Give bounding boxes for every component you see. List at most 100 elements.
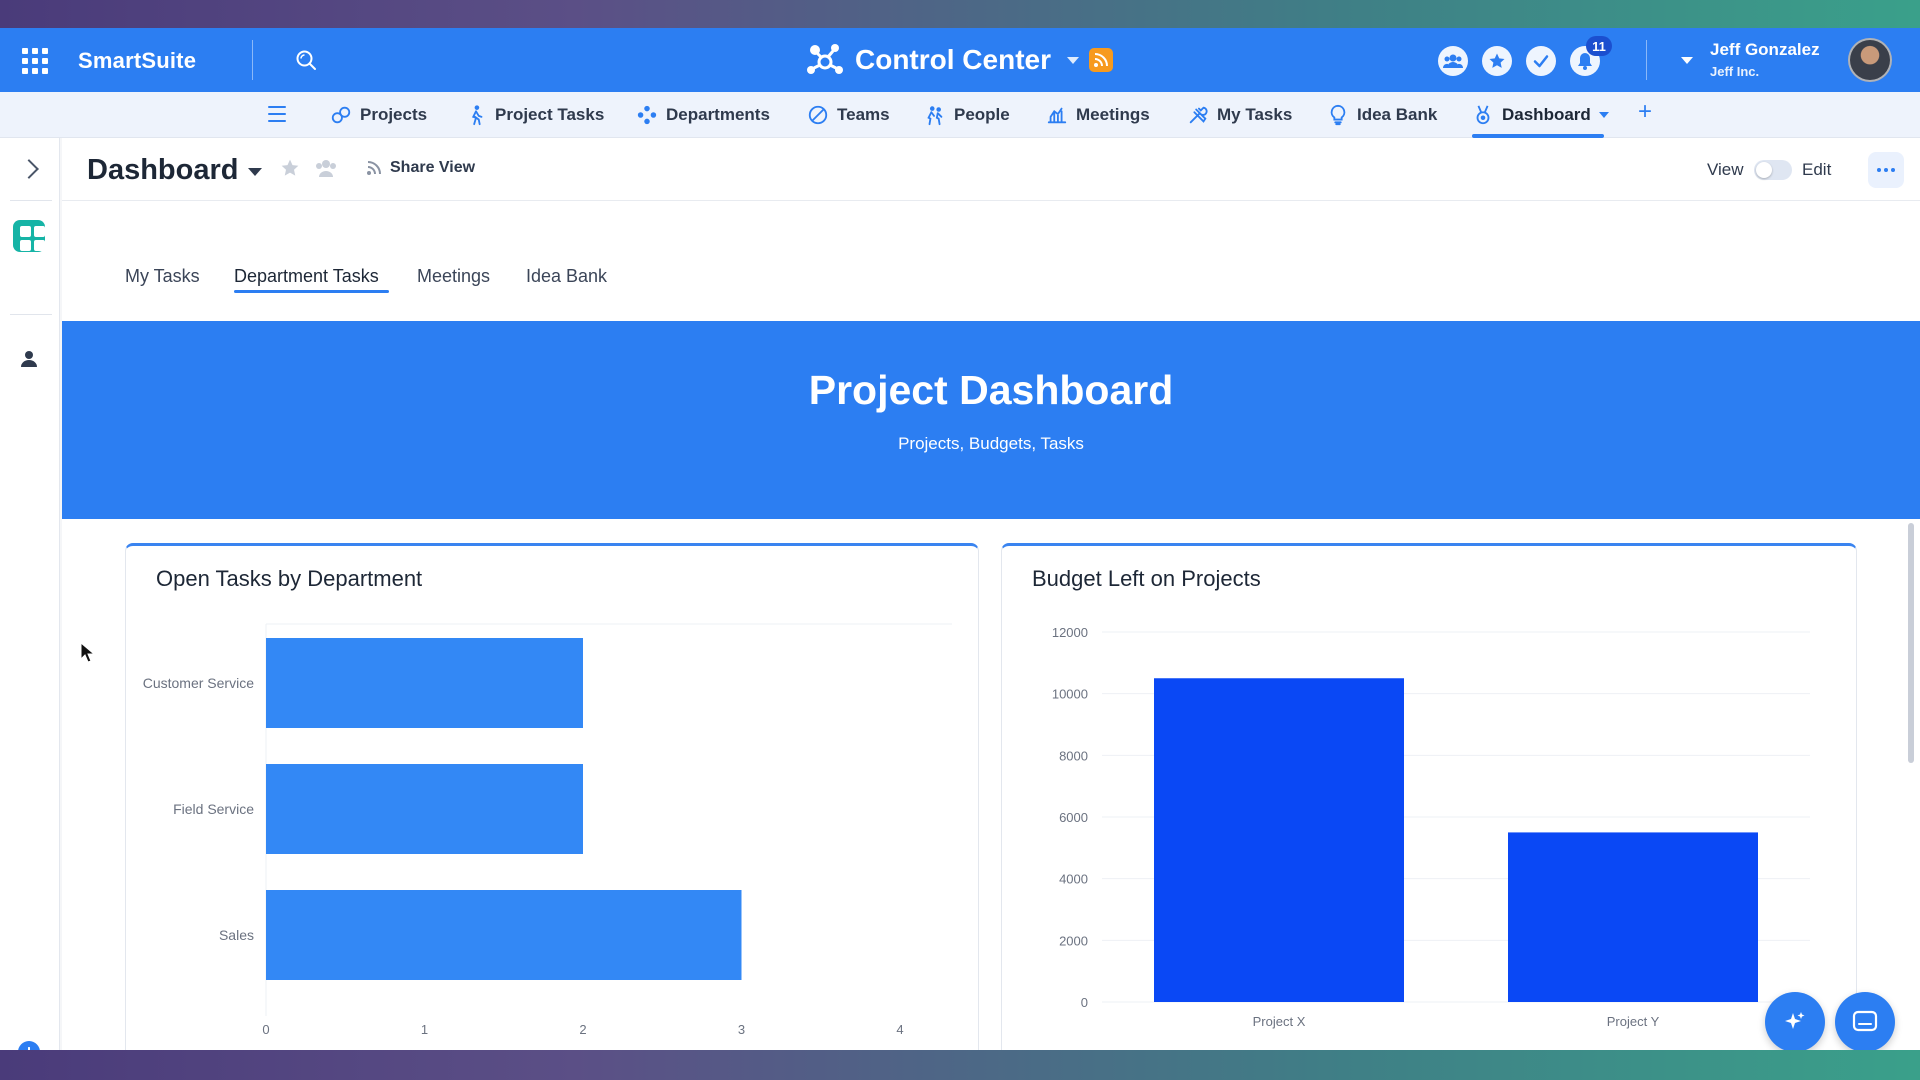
category-label: Project Y <box>1607 1014 1660 1029</box>
category-label: Project X <box>1253 1014 1306 1029</box>
bar <box>1508 832 1758 1002</box>
menu-icon[interactable] <box>268 106 286 122</box>
tab-idea-bank-section[interactable]: Idea Bank <box>526 266 607 287</box>
check-icon[interactable] <box>1526 46 1556 76</box>
favorite-star-icon[interactable] <box>280 158 300 178</box>
chevron-down-icon[interactable] <box>248 168 262 176</box>
sparkle-icon <box>1785 1012 1805 1029</box>
chevron-down-icon[interactable] <box>1067 56 1079 64</box>
apps-grid-icon[interactable] <box>22 48 48 74</box>
toolbar-divider <box>62 200 1920 201</box>
bar <box>266 764 583 854</box>
projects-icon <box>331 106 351 124</box>
tab-meetings-section[interactable]: Meetings <box>417 266 490 287</box>
more-options-icon[interactable] <box>1868 152 1904 188</box>
rail-divider <box>10 200 52 201</box>
bar <box>1154 678 1404 1002</box>
tab-dashboard[interactable]: Dashboard <box>1472 102 1609 128</box>
star-icon[interactable] <box>1482 46 1512 76</box>
app-tabs-bar: Projects Project Tasks Departments Teams… <box>0 92 1920 138</box>
user-org[interactable]: Jeff Inc. <box>1710 64 1759 79</box>
lightbulb-icon <box>1330 104 1346 126</box>
active-section-indicator <box>234 290 389 293</box>
user-menu-chevron-icon[interactable] <box>1681 57 1693 64</box>
tab-label: Departments <box>666 105 770 124</box>
people-icon <box>927 106 943 126</box>
search-icon[interactable] <box>294 48 318 72</box>
tick-label: 2 <box>579 1022 586 1037</box>
medal-icon <box>1476 105 1490 125</box>
team-icon[interactable] <box>1438 46 1468 76</box>
notification-badge: 11 <box>1586 36 1612 56</box>
tab-department-tasks-section[interactable]: Department Tasks <box>234 266 379 287</box>
tab-project-tasks[interactable]: Project Tasks <box>465 102 604 128</box>
tick-label: 6000 <box>1059 810 1088 825</box>
tools-icon <box>1189 106 1208 124</box>
tab-label: Dashboard <box>1502 105 1591 124</box>
brand-name[interactable]: SmartSuite <box>78 48 196 74</box>
tab-projects[interactable]: Projects <box>330 102 427 128</box>
chevron-down-icon[interactable] <box>1598 112 1609 118</box>
tab-teams[interactable]: Teams <box>807 102 890 128</box>
tab-idea-bank[interactable]: Idea Bank <box>1327 102 1437 128</box>
tick-label: 4000 <box>1059 872 1088 887</box>
open-tasks-chart: Customer ServiceField ServiceSales0 1 2 3 4T… <box>143 623 952 1037</box>
rss-icon <box>367 161 381 175</box>
members-icon[interactable] <box>315 158 337 178</box>
tab-label: Project Tasks <box>495 105 605 124</box>
expand-sidebar-icon[interactable] <box>19 159 39 179</box>
chart-card-open-tasks[interactable]: Open Tasks by Department Customer Servic… <box>125 543 979 1050</box>
banner-subtitle: Projects, Budgets, Tasks <box>898 434 1084 453</box>
teams-icon <box>808 105 828 125</box>
add-icon[interactable]: + <box>18 1041 40 1050</box>
page-title[interactable]: Dashboard <box>87 154 238 187</box>
tab-departments[interactable]: Departments <box>636 102 770 128</box>
tab-label: My Tasks <box>1217 105 1293 124</box>
tab-people[interactable]: People <box>924 102 1010 128</box>
tab-meetings[interactable]: Meetings <box>1046 102 1150 128</box>
person-icon[interactable] <box>20 350 38 368</box>
banner-title: Project Dashboard <box>808 367 1174 413</box>
chat-button[interactable] <box>1835 992 1895 1050</box>
org-icon <box>637 105 657 125</box>
header-divider <box>252 40 253 80</box>
user-name[interactable]: Jeff Gonzalez <box>1710 40 1820 60</box>
left-rail: + <box>0 138 60 1050</box>
edit-mode-toggle[interactable] <box>1754 160 1792 180</box>
workspace-switcher[interactable]: Control Center <box>805 42 1113 78</box>
meetings-icon <box>1047 107 1067 124</box>
rss-icon[interactable] <box>1089 48 1113 72</box>
workspace-title[interactable]: Control Center <box>855 44 1051 76</box>
share-view-label: Share View <box>390 159 476 176</box>
share-view-button[interactable]: Share View <box>366 159 475 177</box>
tick-label: 1 <box>421 1022 428 1037</box>
scrollbar[interactable] <box>1908 523 1914 763</box>
edit-mode-label[interactable]: Edit <box>1802 160 1831 180</box>
bar <box>266 638 583 728</box>
chat-icon <box>1852 1010 1878 1032</box>
dashboard-banner: Project Dashboard Projects, Budgets, Tas… <box>62 321 1920 519</box>
dashboard-app-icon[interactable] <box>13 220 45 252</box>
category-label: Field Service <box>173 801 254 817</box>
workspace-hub-icon <box>807 44 843 74</box>
tab-label: People <box>954 105 1010 124</box>
tab-label: Projects <box>360 105 428 124</box>
tick-label: 2000 <box>1059 933 1088 948</box>
ai-assistant-button[interactable] <box>1765 992 1825 1050</box>
chart-card-budget-left[interactable]: Budget Left on Projects 0 2000 4000 6000 800… <box>1001 543 1857 1050</box>
category-label: Sales <box>219 927 254 943</box>
add-tab-button[interactable]: + <box>1638 98 1652 126</box>
mouse-cursor-icon <box>80 642 96 663</box>
tab-label: Teams <box>837 105 890 124</box>
tick-label: 4 <box>896 1022 903 1037</box>
header-divider-right <box>1646 40 1647 80</box>
avatar[interactable] <box>1848 38 1892 82</box>
tick-label: 10000 <box>1052 687 1088 702</box>
tab-my-tasks[interactable]: My Tasks <box>1187 102 1292 128</box>
tab-my-tasks-section[interactable]: My Tasks <box>125 266 200 287</box>
view-mode-label[interactable]: View <box>1707 160 1744 180</box>
main-panel: Dashboard Share View View Edit My Tasks … <box>62 138 1920 1050</box>
top-bar: SmartSuite Control Center 11 Jeff Gonzal… <box>0 28 1920 92</box>
tick-label: 0 <box>1081 995 1088 1010</box>
category-label: Customer Service <box>143 675 254 691</box>
